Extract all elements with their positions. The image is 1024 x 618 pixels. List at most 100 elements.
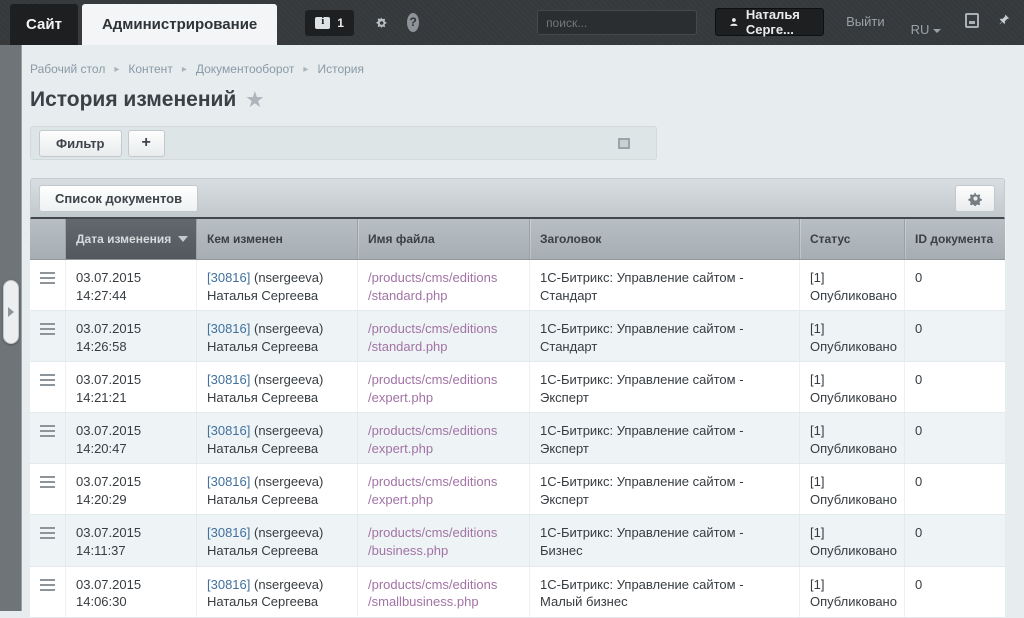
table-body: 03.07.201514:27:44 [30816] (nsergeeva) Н…	[30, 260, 1005, 618]
table-row[interactable]: 03.07.201514:26:58 [30816] (nsergeeva) Н…	[30, 311, 1005, 362]
cell-status: [1] Опубликовано	[800, 260, 905, 310]
grid-settings-button[interactable]	[955, 185, 995, 212]
table-row[interactable]: 03.07.201514:27:44 [30816] (nsergeeva) Н…	[30, 260, 1005, 311]
cell-title: 1С-Битрикс: Управление сайтом - Эксперт	[530, 362, 800, 412]
user-id-link[interactable]: [30816]	[207, 270, 250, 285]
header-modified-by[interactable]: Кем изменен	[197, 219, 358, 259]
breadcrumb: Рабочий стол ▸ Контент ▸ Документооборот…	[30, 62, 364, 76]
file-path-link[interactable]: /products/cms/editions/expert.php	[368, 371, 519, 406]
page-title-row: История изменений ★	[30, 88, 263, 112]
cell-title: 1С-Битрикс: Управление сайтом - Эксперт	[530, 413, 800, 463]
cell-status: [1] Опубликовано	[800, 413, 905, 463]
table-header-row: Дата изменения Кем изменен Имя файла Заг…	[30, 219, 1005, 260]
header-doc-id[interactable]: ID документа	[905, 219, 1005, 259]
user-icon	[730, 15, 738, 29]
table-row[interactable]: 03.07.201514:20:29 [30816] (nsergeeva) Н…	[30, 464, 1005, 515]
help-icon[interactable]: ?	[407, 13, 419, 32]
cell-date: 03.07.201514:06:30	[66, 567, 197, 617]
breadcrumb-desktop[interactable]: Рабочий стол	[30, 62, 105, 76]
header-date[interactable]: Дата изменения	[66, 219, 197, 259]
tab-administration[interactable]: Администрирование	[82, 4, 277, 45]
table-row[interactable]: 03.07.201514:11:37 [30816] (nsergeeva) Н…	[30, 515, 1005, 566]
table-row[interactable]: 03.07.201514:21:21 [30816] (nsergeeva) Н…	[30, 362, 1005, 413]
row-actions-menu-icon[interactable]	[40, 272, 55, 287]
tab-document-list[interactable]: Список документов	[39, 185, 198, 212]
add-filter-button[interactable]: +	[128, 130, 165, 157]
cell-doc-id: 0	[905, 362, 1005, 412]
cell-doc-id: 0	[905, 515, 1005, 565]
cell-doc-id: 0	[905, 464, 1005, 514]
user-menu-button[interactable]: Наталья Серге...	[715, 8, 824, 36]
table-row[interactable]: 03.07.201514:06:30 [30816] (nsergeeva) Н…	[30, 567, 1005, 618]
row-actions-menu-icon[interactable]	[40, 425, 55, 440]
user-name: Наталья Серге...	[746, 7, 809, 37]
sidebar-toggle-handle[interactable]	[3, 280, 19, 344]
file-path-link[interactable]: /products/cms/editions/smallbusiness.php	[368, 576, 519, 611]
row-actions-menu-icon[interactable]	[40, 323, 55, 338]
hotkeys-icon[interactable]	[965, 13, 979, 28]
top-bar: Сайт Администрирование 1 ? Наталья Серге…	[0, 0, 1024, 45]
favorite-star-icon[interactable]: ★	[246, 89, 263, 112]
row-actions-menu-icon[interactable]	[40, 476, 55, 491]
breadcrumb-content[interactable]: Контент	[128, 62, 172, 76]
file-path-link[interactable]: /products/cms/editions/expert.php	[368, 473, 519, 508]
cell-date: 03.07.201514:11:37	[66, 515, 197, 565]
cell-modified-by: [30816] (nsergeeva) Наталья Сергеева	[197, 515, 358, 565]
table-row[interactable]: 03.07.201514:20:47 [30816] (nsergeeva) Н…	[30, 413, 1005, 464]
file-path-link[interactable]: /products/cms/editions/business.php	[368, 524, 519, 559]
cell-modified-by: [30816] (nsergeeva) Наталья Сергеева	[197, 362, 358, 412]
cell-date: 03.07.201514:26:58	[66, 311, 197, 361]
cell-status: [1] Опубликовано	[800, 515, 905, 565]
breadcrumb-workflow[interactable]: Документооборот	[196, 62, 295, 76]
search-input[interactable]	[546, 16, 701, 30]
tab-site[interactable]: Сайт	[10, 4, 78, 45]
language-selector[interactable]: RU	[911, 14, 942, 45]
user-id-link[interactable]: [30816]	[207, 577, 250, 592]
row-actions-menu-icon[interactable]	[40, 374, 55, 389]
cell-doc-id: 0	[905, 311, 1005, 361]
cell-status: [1] Опубликовано	[800, 362, 905, 412]
filter-button[interactable]: Фильтр	[39, 130, 122, 157]
file-path-link[interactable]: /products/cms/editions/standard.php	[368, 320, 519, 355]
cell-date: 03.07.201514:20:47	[66, 413, 197, 463]
cell-file-name: /products/cms/editions/expert.php	[358, 413, 530, 463]
cell-status: [1] Опубликовано	[800, 311, 905, 361]
user-id-link[interactable]: [30816]	[207, 372, 250, 387]
sort-desc-icon	[178, 236, 188, 242]
cell-doc-id: 0	[905, 260, 1005, 310]
user-id-link[interactable]: [30816]	[207, 321, 250, 336]
cell-modified-by: [30816] (nsergeeva) Наталья Сергеева	[197, 413, 358, 463]
row-actions-menu-icon[interactable]	[40, 579, 55, 594]
header-status[interactable]: Статус	[800, 219, 905, 259]
cell-date: 03.07.201514:21:21	[66, 362, 197, 412]
logout-link[interactable]: Выйти	[846, 14, 885, 45]
notification-icon	[315, 17, 330, 29]
cell-status: [1] Опубликовано	[800, 464, 905, 514]
pin-icon[interactable]	[999, 11, 1010, 28]
cell-file-name: /products/cms/editions/standard.php	[358, 260, 530, 310]
breadcrumb-separator-icon: ▸	[303, 64, 308, 75]
gear-icon[interactable]	[376, 14, 387, 32]
search-box	[537, 10, 697, 35]
cell-date: 03.07.201514:20:29	[66, 464, 197, 514]
cell-status: [1] Опубликовано	[800, 567, 905, 617]
notifications-button[interactable]: 1	[305, 10, 354, 36]
cell-doc-id: 0	[905, 567, 1005, 617]
row-actions-menu-icon[interactable]	[40, 527, 55, 542]
breadcrumb-history[interactable]: История	[317, 62, 364, 76]
user-id-link[interactable]: [30816]	[207, 525, 250, 540]
filter-expand-icon[interactable]	[618, 138, 630, 149]
file-path-link[interactable]: /products/cms/editions/expert.php	[368, 422, 519, 457]
user-id-link[interactable]: [30816]	[207, 474, 250, 489]
header-file-name[interactable]: Имя файла	[358, 219, 530, 259]
user-id-link[interactable]: [30816]	[207, 423, 250, 438]
language-label: RU	[911, 22, 930, 37]
left-rail	[0, 45, 22, 611]
file-path-link[interactable]: /products/cms/editions/standard.php	[368, 269, 519, 304]
header-row-menu	[30, 219, 66, 259]
header-title[interactable]: Заголовок	[530, 219, 800, 259]
bitrix-admin-page: Сайт Администрирование 1 ? Наталья Серге…	[0, 0, 1024, 611]
breadcrumb-separator-icon: ▸	[182, 64, 187, 75]
cell-title: 1С-Битрикс: Управление сайтом - Эксперт	[530, 464, 800, 514]
cell-modified-by: [30816] (nsergeeva) Наталья Сергеева	[197, 311, 358, 361]
